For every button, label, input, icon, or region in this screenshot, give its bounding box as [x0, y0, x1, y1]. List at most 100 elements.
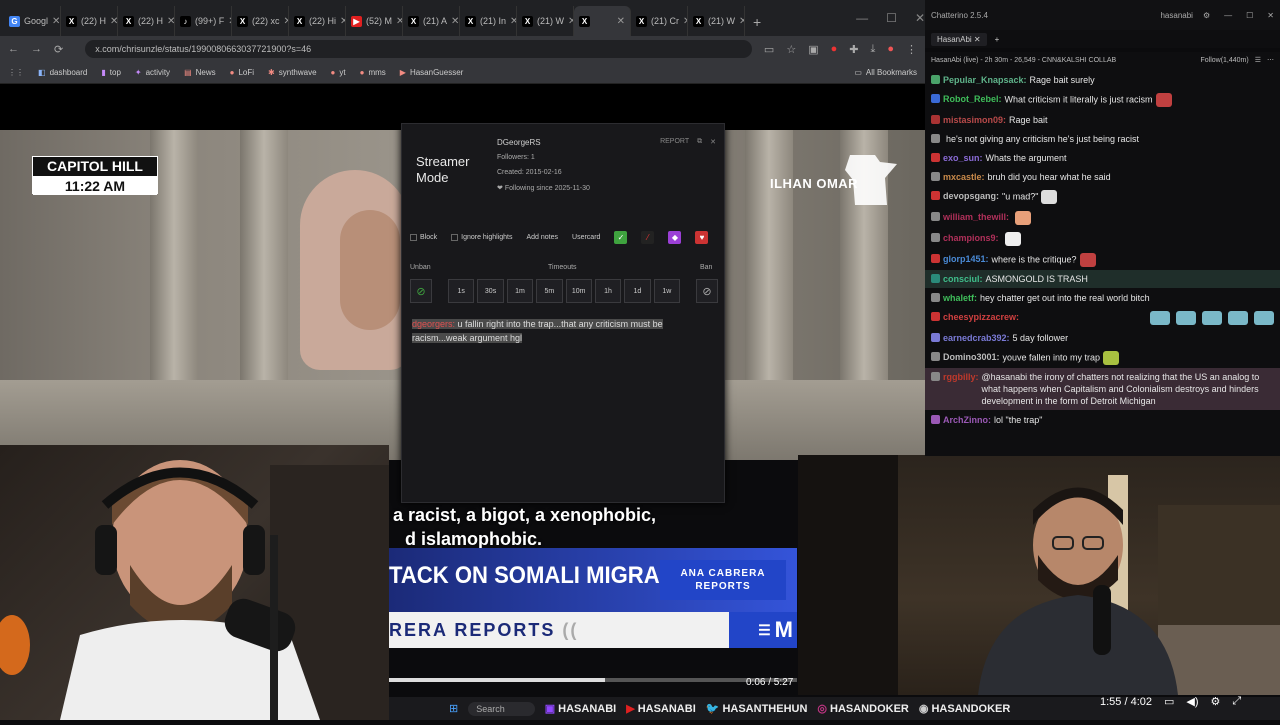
browser-tab[interactable]: X(21) W✕ [688, 6, 745, 36]
chat-username[interactable]: mxcastle: [943, 171, 985, 183]
tab-close-icon[interactable]: ✕ [396, 16, 402, 27]
chat-close-icon[interactable]: ✕ [1267, 11, 1274, 20]
tab-close-icon[interactable]: ✕ [617, 16, 625, 27]
unban-button[interactable]: ⊘ [410, 279, 432, 303]
bookmark-item[interactable]: ● mms [360, 68, 386, 77]
usercard-button[interactable]: Usercard [572, 234, 600, 241]
browser-tab[interactable]: ▶ (52) M✕ [346, 6, 403, 36]
popup-username[interactable]: DGeorgeRS [497, 138, 541, 147]
chat-username[interactable]: william_thewill: [943, 211, 1009, 223]
timeout-button[interactable]: 1m [506, 279, 534, 303]
chat-username[interactable]: Domino3001: [943, 351, 1000, 363]
browser-tab[interactable]: ♪(99+) F✕ [175, 6, 232, 36]
menu-icon[interactable]: ⋮ [906, 43, 917, 56]
download-icon[interactable]: ⤓ [870, 43, 875, 56]
ban-button[interactable]: ⊘ [696, 279, 718, 303]
browser-tab[interactable]: X (21) A ✕ [403, 6, 460, 36]
chat-username[interactable]: mistasimon09: [943, 114, 1006, 126]
chat-tab-hasanabi[interactable]: HasanAbi ✕ [931, 32, 987, 46]
forward-icon[interactable]: → [31, 43, 42, 55]
timeout-button[interactable]: 1w [653, 279, 680, 303]
sword-icon[interactable]: ⁄ [641, 231, 655, 244]
popup-close-icon[interactable]: ✕ [710, 138, 716, 146]
bookmark-item[interactable]: ● LoFi [230, 68, 254, 77]
profile-icon[interactable]: ● [887, 43, 894, 55]
chat-username[interactable]: champions9: [943, 232, 999, 244]
chat-username[interactable]: rggbilly: [943, 371, 979, 383]
close-icon[interactable]: ✕ [915, 11, 925, 25]
chat-maximize-icon[interactable]: ☐ [1246, 11, 1253, 20]
chat-username[interactable]: exo_sun: [943, 152, 983, 164]
taskbar-search[interactable]: Search [468, 701, 535, 716]
chat-account[interactable]: hasanabi [1160, 11, 1192, 20]
chat-username[interactable]: glorp1451: [943, 253, 989, 265]
tab-close-icon[interactable]: ✕ [167, 16, 174, 27]
add-notes-button[interactable]: Add notes [527, 234, 559, 241]
follow-button[interactable]: Follow(1,440m) [1200, 57, 1248, 64]
puzzle-icon[interactable]: ✚ [849, 43, 858, 56]
bookmark-item[interactable]: ◧ dashboard [38, 68, 87, 77]
chat-username[interactable]: Pepular_Knapsack: [943, 74, 1027, 86]
tab-close-icon[interactable]: ✕ [451, 16, 459, 27]
block-checkbox[interactable]: Block [410, 234, 437, 241]
add-tab-icon[interactable]: + [995, 35, 1000, 44]
back-icon[interactable]: ← [8, 43, 19, 55]
reload-icon[interactable]: ⟳ [54, 43, 63, 56]
fullscreen-icon[interactable]: ⤢ [1232, 695, 1241, 708]
chat-settings-icon[interactable]: ⚙ [1203, 11, 1210, 20]
browser-tab[interactable]: X(22) Hi✕ [289, 6, 346, 36]
chat-username[interactable]: whaletf: [943, 292, 977, 304]
timeout-button[interactable]: 10m [565, 279, 592, 303]
heart-icon[interactable]: ♥ [695, 231, 709, 244]
browser-tab[interactable]: G Googl ✕ [4, 6, 61, 36]
maximize-icon[interactable]: ☐ [886, 11, 897, 25]
chat-menu-icon[interactable]: ☰ [1255, 56, 1261, 64]
tab-close-icon[interactable]: ✕ [52, 16, 60, 27]
browser-tab[interactable]: X (22) H ✕ [118, 6, 175, 36]
all-bookmarks[interactable]: ▭ All Bookmarks [854, 68, 917, 77]
tab-close-icon[interactable]: ✕ [739, 16, 744, 27]
bookmark-item[interactable]: ▮ top [101, 68, 121, 77]
minimize-icon[interactable]: — [856, 11, 868, 25]
chat-more-icon[interactable]: ⋯ [1267, 56, 1274, 64]
browser-tab[interactable]: X (22) H ✕ [61, 6, 118, 36]
timeout-button[interactable]: 30s [477, 279, 504, 303]
chat-username[interactable]: consciul: [943, 273, 983, 285]
extension-red-icon[interactable]: ● [831, 43, 838, 55]
timeout-button[interactable]: 1h [594, 279, 622, 303]
bookmark-star-icon[interactable]: ☆ [786, 43, 796, 56]
tab-close-icon[interactable]: ✕ [510, 16, 516, 27]
apps-icon[interactable]: ⋮⋮ [8, 68, 24, 77]
browser-tab[interactable]: X (21) In✕ [460, 6, 517, 36]
popup-copy-icon[interactable]: ⧉ [697, 138, 702, 146]
ignore-highlights-checkbox[interactable]: Ignore highlights [451, 234, 513, 241]
cast-icon[interactable]: ▭ [764, 43, 774, 56]
bookmark-item[interactable]: ✱ synthwave [268, 68, 317, 77]
volume-icon[interactable]: ◀) [1186, 695, 1198, 708]
bookmark-item[interactable]: ▶ HasanGuesser [400, 68, 464, 77]
bookmark-item[interactable]: ✦ activity [135, 68, 170, 77]
extension-icon[interactable]: ▣ [808, 43, 818, 56]
timeout-button[interactable]: 1s [448, 279, 475, 303]
browser-tab[interactable]: X(22) xc✕ [232, 6, 289, 36]
bookmark-item[interactable]: ▤ News [184, 68, 216, 77]
mod-icon[interactable]: ✓ [614, 231, 628, 244]
chat-username[interactable]: devopsgang: [943, 190, 999, 202]
new-tab-icon[interactable]: + [753, 14, 761, 30]
browser-tab[interactable]: X(21) Cr✕ [631, 6, 688, 36]
chat-messages[interactable]: Pepular_Knapsack: Rage bait surely Robot_R… [925, 68, 1280, 456]
bookmark-item[interactable]: ● yt [331, 68, 346, 77]
browser-tab[interactable]: X(21) W✕ [517, 6, 574, 36]
settings-icon[interactable]: ⚙ [1211, 695, 1221, 708]
vip-icon[interactable]: ◆ [668, 231, 682, 244]
timeout-button[interactable]: 5m [536, 279, 563, 303]
windows-icon[interactable]: ⊞ [449, 702, 458, 715]
captions-icon[interactable]: ▭ [1164, 695, 1174, 708]
report-button[interactable]: REPORT [660, 138, 689, 146]
chat-minimize-icon[interactable]: — [1224, 11, 1232, 20]
chat-username[interactable]: Robot_Rebel: [943, 93, 1002, 105]
url-field[interactable]: x.com/chrisunzle/status/1990080663037721… [85, 40, 752, 58]
chat-username[interactable]: ArchZinno: [943, 414, 991, 426]
timeout-button[interactable]: 1d [624, 279, 651, 303]
browser-tab[interactable]: X ✕ [574, 6, 631, 36]
